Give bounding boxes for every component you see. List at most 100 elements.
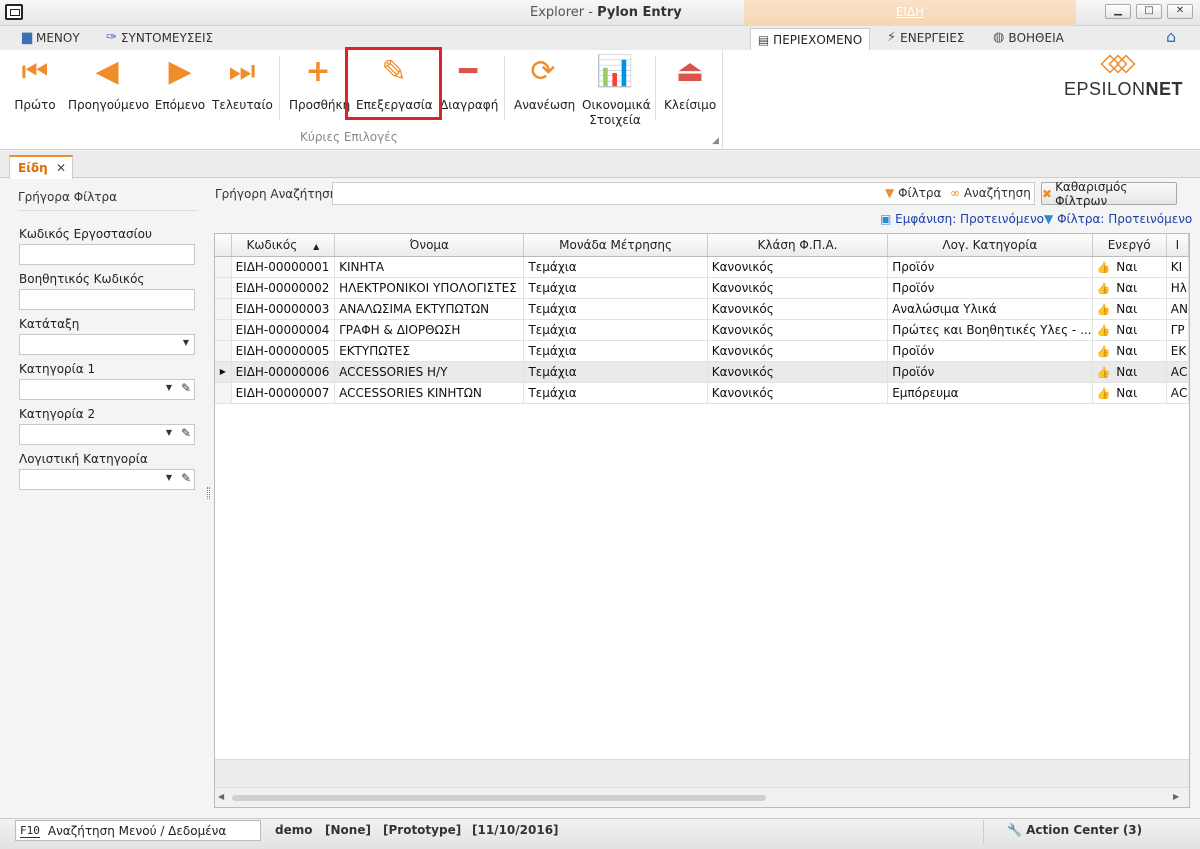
thumbs-up-icon: 👍 <box>1096 365 1111 379</box>
first-record-icon: ⏮ <box>21 54 49 89</box>
minimize-button[interactable]: ▁ <box>1105 4 1131 19</box>
app-icon[interactable] <box>5 4 23 20</box>
pencil-icon[interactable]: ✎ <box>181 471 191 485</box>
action-center-button[interactable]: 🔧 Action Center (3) <box>1007 823 1142 837</box>
table-row[interactable]: ΕΙΔΗ-00000005 ΕΚΤΥΠΩΤΕΣ Τεμάχια Κανονικός Πρ… <box>215 340 1189 362</box>
cell-accounting-category: Προϊόν <box>887 361 1093 383</box>
chevron-down-icon[interactable]: ▼ <box>166 383 172 392</box>
category2-select[interactable]: ▼ ✎ <box>19 424 195 445</box>
table-row[interactable]: ▶ ΕΙΔΗ-00000006 ACCESSORIES Η/Υ Τεμάχια Κανο… <box>215 361 1189 383</box>
chevron-down-icon[interactable]: ▼ <box>183 338 189 347</box>
minus-icon: ━ <box>458 54 478 89</box>
column-header-accounting-category[interactable]: Λογ. Κατηγορία <box>887 234 1093 257</box>
cell-vat-class: Κανονικός <box>707 298 889 320</box>
cell-extra: ΑС <box>1166 361 1189 383</box>
first-button[interactable]: ⏮ Πρώτο <box>14 56 56 113</box>
column-header-extra[interactable]: Ι <box>1166 234 1189 257</box>
refresh-button[interactable]: ⟳ Ανανέωση <box>514 56 575 113</box>
row-indicator[interactable] <box>215 319 232 341</box>
column-header-active[interactable]: Ενεργό <box>1092 234 1167 257</box>
cell-vat-class: Κανονικός <box>707 319 889 341</box>
cell-unit: Τεμάχια <box>523 319 708 341</box>
plus-icon: + <box>305 54 331 89</box>
cell-extra: ΚΙ <box>1166 256 1189 278</box>
wrench-icon: 🔧 <box>1007 823 1022 837</box>
next-button[interactable]: ▶ Επόμενο <box>154 56 206 113</box>
previous-button[interactable]: ◀ Προηγούμενο <box>68 54 149 113</box>
view-link[interactable]: ▣ Εμφάνιση: Προτεινόμενο <box>880 212 1044 226</box>
cell-vat-class: Κανονικός <box>707 382 889 404</box>
document-tab-eidi[interactable]: Είδη ✕ <box>9 155 73 179</box>
window-title: Explorer - Pylon Entry <box>530 5 682 20</box>
close-button[interactable]: ✕ <box>1167 4 1193 19</box>
column-header-name[interactable]: Όνομα <box>334 234 525 257</box>
search-button[interactable]: ∞ Αναζήτηση <box>950 186 1031 200</box>
thumbs-up-icon: 👍 <box>1096 344 1111 358</box>
row-indicator[interactable] <box>215 256 232 278</box>
tab-help[interactable]: ◍ ΒΟΗΘΕΙΑ <box>993 30 1064 45</box>
classification-select[interactable]: ▼ <box>19 334 195 355</box>
cell-unit: Τεμάχια <box>523 277 708 299</box>
table-row[interactable]: ΕΙΔΗ-00000001 ΚΙΝΗΤΑ Τεμάχια Κανονικός Προϊό… <box>215 256 1189 278</box>
add-button[interactable]: + Προσθήκη <box>289 54 350 113</box>
row-indicator-header <box>215 234 232 257</box>
group-launcher-icon[interactable]: ◢ <box>712 136 719 146</box>
column-header-code[interactable]: Κωδικός ▲ <box>231 234 336 257</box>
globe-icon: ◍ <box>993 30 1005 45</box>
filter-preset-link[interactable]: ▼ Φίλτρα: Προτεινόμενο <box>1044 212 1192 226</box>
row-indicator[interactable] <box>215 298 232 320</box>
accounting-category-select[interactable]: ▼ ✎ <box>19 469 195 490</box>
document-tabstrip <box>0 151 1200 178</box>
close-view-button[interactable]: ⏏ Κλείσιμο <box>664 56 716 113</box>
delete-button[interactable]: ━ Διαγραφή <box>440 54 498 113</box>
row-indicator[interactable]: ▶ <box>215 361 232 383</box>
menu-button[interactable]: ▆ ΜΕΝΟΥ <box>22 30 80 45</box>
shortcuts-button[interactable]: ✑ ΣΥΝΤΟΜΕΥΣΕΙΣ <box>106 30 213 45</box>
pin-icon: ✑ <box>106 30 117 45</box>
thumbs-up-icon: 👍 <box>1096 260 1111 274</box>
scroll-left-icon[interactable]: ◀ <box>218 792 224 801</box>
scroll-right-icon[interactable]: ▶ <box>1173 792 1179 801</box>
cell-name: ΗΛΕΚΤΡΟΝΙΚΟΙ ΥΠΟΛΟΓΙΣΤΕΣ <box>334 277 525 299</box>
cell-unit: Τεμάχια <box>523 382 708 404</box>
table-row[interactable]: ΕΙΔΗ-00000007 ACCESSORIES ΚΙΝΗΤΩΝ Τεμάχια Κ… <box>215 382 1189 404</box>
last-button[interactable]: ⏭ Τελευταίο <box>212 56 273 113</box>
menu-data-search-field[interactable]: F10 Αναζήτηση Μενού / Δεδομένα <box>15 820 261 841</box>
financial-data-button[interactable]: 📊 Οικονομικά Στοιχεία <box>582 56 651 128</box>
column-header-vat-class[interactable]: Κλάση Φ.Π.Α. <box>707 234 889 257</box>
filters-button[interactable]: ▼ Φίλτρα <box>885 186 941 200</box>
row-indicator[interactable] <box>215 277 232 299</box>
cell-active: 👍 Ναι <box>1092 298 1167 320</box>
chevron-down-icon[interactable]: ▼ <box>166 428 172 437</box>
clear-filters-button[interactable]: ✖ Καθαρισμός Φίλτρων <box>1041 180 1177 208</box>
cell-vat-class: Κανονικός <box>707 361 889 383</box>
row-indicator[interactable] <box>215 340 232 362</box>
factory-code-input[interactable] <box>19 244 195 265</box>
lightning-icon: ⚡ <box>887 30 897 45</box>
thumbs-up-icon: 👍 <box>1096 281 1111 295</box>
category1-select[interactable]: ▼ ✎ <box>19 379 195 400</box>
table-row[interactable]: ΕΙΔΗ-00000002 ΗΛΕΚΤΡΟΝΙΚΟΙ ΥΠΟΛΟΓΙΣΤΕΣ Τεμ… <box>215 277 1189 299</box>
aux-code-input[interactable] <box>19 289 195 310</box>
table-row[interactable]: ΕΙΔΗ-00000004 ΓΡΑΦΗ & ΔΙΟΡΘΩΣΗ Τεμάχια Κανο… <box>215 319 1189 341</box>
tab-content[interactable]: ▤ ΠΕΡΙΕΧΟΜΕΝΟ <box>750 28 870 51</box>
table-row[interactable]: ΕΙΔΗ-00000003 ΑΝΑΛΩΣΙΜΑ ΕΚΤΥΠΩΤΩΝ Τεμάχια Κ… <box>215 298 1189 320</box>
cell-unit: Τεμάχια <box>523 361 708 383</box>
close-tab-icon[interactable]: ✕ <box>56 161 66 175</box>
maximize-button[interactable]: □ <box>1136 4 1162 19</box>
pencil-icon[interactable]: ✎ <box>181 381 191 395</box>
context-tab-eidi[interactable]: ΕΙΔΗ <box>744 0 1076 26</box>
row-indicator[interactable] <box>215 382 232 404</box>
scrollbar-thumb[interactable] <box>232 795 766 801</box>
classification-label: Κατάταξη <box>19 317 80 331</box>
pencil-icon[interactable]: ✎ <box>181 426 191 440</box>
column-header-unit[interactable]: Μονάδα Μέτρησης <box>523 234 708 257</box>
chevron-down-icon[interactable]: ▼ <box>166 473 172 482</box>
panel-splitter[interactable] <box>207 487 210 499</box>
factory-code-label: Κωδικός Εργοστασίου <box>19 227 152 241</box>
home-icon[interactable]: ⌂ <box>1166 27 1176 46</box>
funnel-icon: ▼ <box>1044 212 1054 226</box>
previous-icon: ◀ <box>95 54 119 89</box>
tab-actions[interactable]: ⚡ ΕΝΕΡΓΕΙΕΣ <box>887 30 965 45</box>
cell-active: 👍 Ναι <box>1092 340 1167 362</box>
